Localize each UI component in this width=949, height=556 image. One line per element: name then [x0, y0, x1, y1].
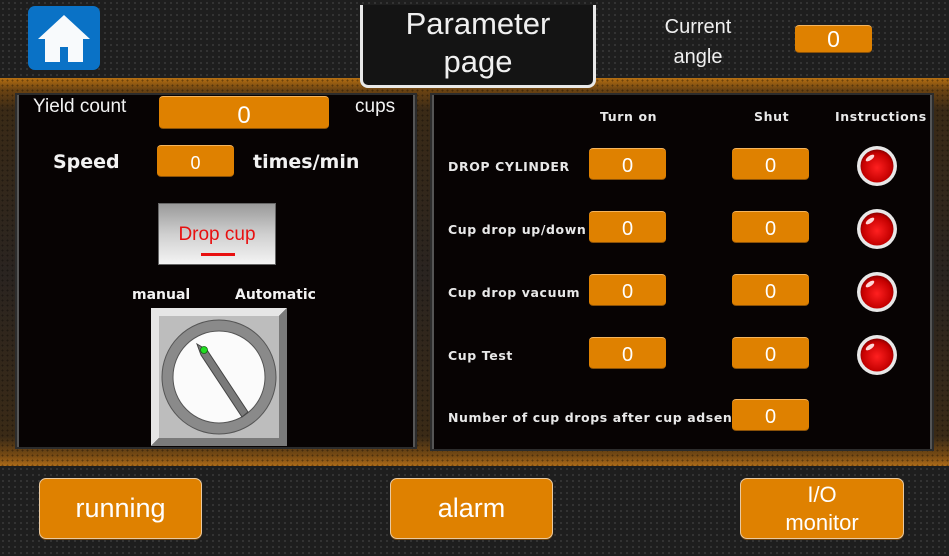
drop-cup-indicator-bar [201, 253, 235, 256]
row-label-cup-test: Cup Test [448, 348, 513, 363]
page-title-line1: Parameter [405, 6, 551, 41]
cup-test-indicator-icon [857, 335, 897, 375]
cup-drops-after-absence-input[interactable]: 0 [732, 399, 809, 431]
drop-cylinder-indicator-icon [857, 146, 897, 186]
cup-drops-after-absence-label: Number of cup drops after cup adsence [448, 410, 750, 425]
yield-count-label: Yield count [33, 96, 127, 117]
page-title: Parameter page [360, 5, 596, 88]
home-button[interactable] [28, 6, 100, 70]
column-header-turn-on: Turn on [600, 109, 658, 124]
cup-drop-vacuum-turn-on-input[interactable]: 0 [589, 274, 666, 306]
running-button-label: running [75, 493, 166, 523]
drop-cup-label: Drop cup [178, 224, 256, 245]
current-angle-value[interactable]: 0 [795, 25, 872, 53]
mode-selector-switch[interactable] [151, 308, 287, 446]
yield-count-input[interactable]: 0 [159, 96, 329, 129]
cup-test-shut-input[interactable]: 0 [732, 337, 809, 369]
cup-drop-up-down-turn-on-input[interactable]: 0 [589, 211, 666, 243]
drop-cylinder-turn-on-input[interactable]: 0 [589, 148, 666, 180]
current-angle-label: Current angle [640, 12, 756, 72]
row-label-cup-drop-vacuum: Cup drop vacuum [448, 285, 581, 300]
speed-input[interactable]: 0 [157, 145, 234, 177]
cup-drop-up-down-shut-input[interactable]: 0 [732, 211, 809, 243]
io-monitor-label-line1: I/O [807, 481, 837, 507]
speed-unit: times/min [253, 151, 360, 173]
cup-test-turn-on-input[interactable]: 0 [589, 337, 666, 369]
current-angle-label-line1: Current [664, 16, 732, 38]
yield-count-unit: cups [355, 96, 396, 117]
cup-drop-up-down-indicator-icon [857, 209, 897, 249]
cup-drop-vacuum-shut-input[interactable]: 0 [732, 274, 809, 306]
io-monitor-button[interactable]: I/O monitor [740, 478, 904, 539]
column-header-shut: Shut [754, 109, 790, 124]
alarm-button-label: alarm [437, 493, 506, 523]
speed-label: Speed [53, 151, 120, 173]
home-icon [38, 15, 90, 62]
row-label-cup-drop-up-down: Cup drop up/down [448, 222, 587, 237]
io-monitor-label-line2: monitor [785, 509, 859, 535]
rotary-switch-icon [151, 308, 287, 446]
alarm-button[interactable]: alarm [390, 478, 553, 539]
row-label-drop-cylinder: DROP CYLINDER [448, 159, 570, 174]
drop-cylinder-shut-input[interactable]: 0 [732, 148, 809, 180]
running-button[interactable]: running [39, 478, 202, 539]
page-title-line2: page [443, 44, 513, 79]
current-angle-label-line2: angle [673, 46, 723, 68]
mode-automatic-label: Automatic [235, 287, 316, 303]
drop-cup-button[interactable]: Drop cup [158, 203, 276, 265]
column-header-instructions: Instructions [835, 109, 927, 124]
mode-manual-label: manual [132, 287, 191, 303]
cup-drop-vacuum-indicator-icon [857, 272, 897, 312]
